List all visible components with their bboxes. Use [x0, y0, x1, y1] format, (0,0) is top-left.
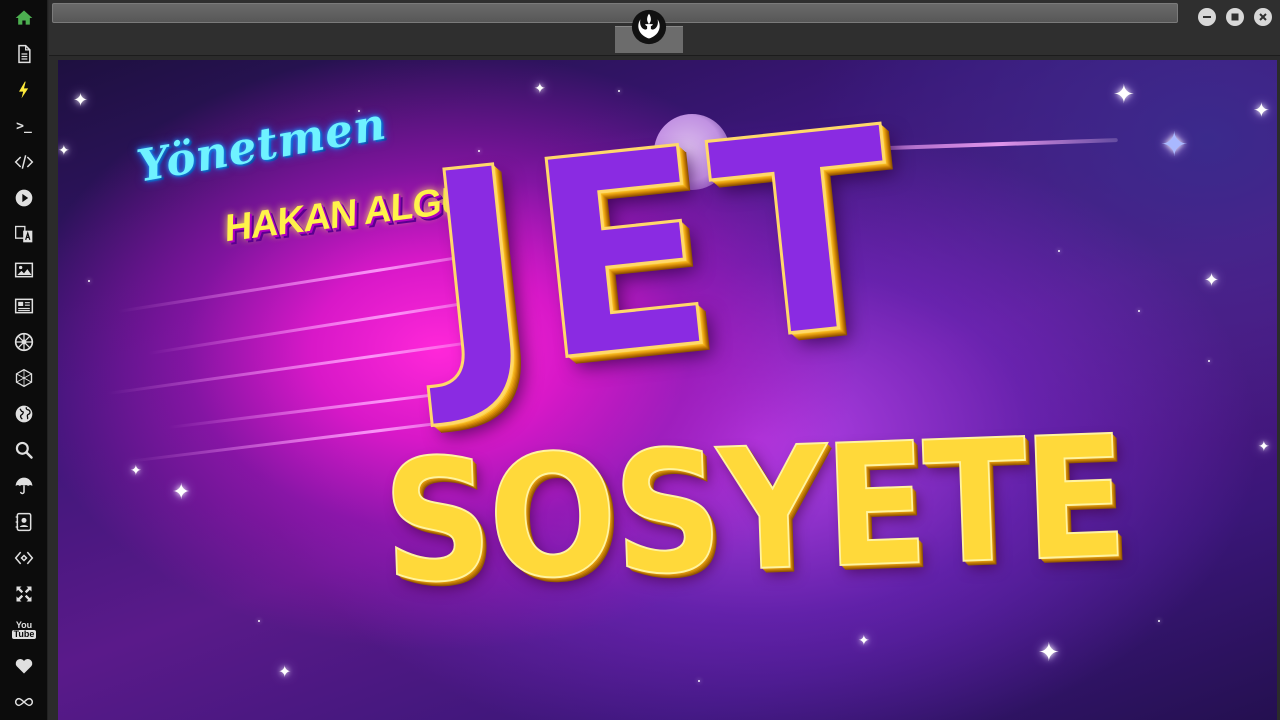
terminal-icon: >_ — [16, 118, 32, 134]
star: ✦ — [534, 81, 546, 97]
search-icon — [15, 441, 33, 459]
sidebar-item-umbrella[interactable] — [0, 468, 48, 504]
app-window: >_ You Tube ✦ ✦ ✦ ✦ ✦ ✦ ✦ ✦ ✦ ✦ ✦ ✦ ✦ Yö… — [0, 0, 1280, 720]
code-icon — [14, 155, 34, 169]
home-icon — [15, 10, 33, 25]
minimize-icon — [1203, 16, 1211, 18]
maximize-icon — [1231, 13, 1239, 21]
sidebar-item-hexagon[interactable] — [0, 360, 48, 396]
star: ✦ — [130, 463, 142, 479]
document-icon — [18, 44, 31, 64]
video-poster[interactable]: ✦ ✦ ✦ ✦ ✦ ✦ ✦ ✦ ✦ ✦ ✦ ✦ ✦ Yönetmen HAKAN… — [58, 60, 1277, 720]
expand-icon — [16, 586, 32, 602]
star-dot — [698, 680, 700, 682]
sidebar-item-code[interactable] — [0, 144, 48, 180]
umbrella-icon — [15, 477, 33, 495]
maximize-button[interactable] — [1226, 8, 1244, 26]
director-label: Yönetmen — [133, 98, 391, 193]
star: ✦ — [1258, 439, 1270, 455]
rebel-alliance-icon[interactable] — [630, 8, 668, 46]
youtube-icon: You Tube — [11, 621, 37, 639]
sidebar-item-exchange[interactable] — [0, 540, 48, 576]
minimize-button[interactable] — [1198, 8, 1216, 26]
sidebar-item-infinity[interactable] — [0, 684, 48, 720]
speed-streak — [107, 339, 485, 395]
title-line-1: JET — [413, 68, 916, 436]
sidebar-item-terminal[interactable]: >_ — [0, 108, 48, 144]
infinity-icon — [15, 697, 33, 707]
sidebar-item-home[interactable] — [0, 0, 48, 36]
sidebar-item-globe[interactable] — [0, 396, 48, 432]
star: ✦ — [1160, 125, 1189, 165]
star-dot — [258, 620, 260, 622]
image-icon — [14, 262, 34, 278]
exchange-icon — [14, 551, 34, 565]
sidebar-item-play[interactable] — [0, 180, 48, 216]
sidebar-item-image[interactable] — [0, 252, 48, 288]
star-dot — [1138, 310, 1140, 312]
youtube-icon-bottom: Tube — [11, 629, 37, 639]
close-button[interactable] — [1254, 8, 1272, 26]
star: ✦ — [858, 633, 870, 649]
star: ✦ — [1038, 638, 1060, 668]
sidebar-item-search[interactable] — [0, 432, 48, 468]
empire-icon — [14, 332, 34, 352]
sidebar-item-contacts[interactable] — [0, 504, 48, 540]
star-dot — [1208, 360, 1210, 362]
contacts-icon — [15, 512, 32, 532]
star: ✦ — [73, 90, 89, 111]
play-icon — [15, 189, 33, 207]
sidebar-item-lightning[interactable] — [0, 72, 48, 108]
star-dot — [88, 280, 90, 282]
sidebar-item-translate[interactable] — [0, 216, 48, 252]
sidebar: >_ You Tube — [0, 0, 48, 720]
star: ✦ — [172, 480, 191, 505]
star-dot — [1158, 620, 1160, 622]
sidebar-item-fullscreen[interactable] — [0, 576, 48, 612]
content-frame: ✦ ✦ ✦ ✦ ✦ ✦ ✦ ✦ ✦ ✦ ✦ ✦ ✦ Yönetmen HAKAN… — [49, 56, 1280, 720]
sidebar-item-document[interactable] — [0, 36, 48, 72]
star-dot — [1058, 250, 1060, 252]
sidebar-item-youtube[interactable]: You Tube — [0, 612, 48, 648]
top-bar — [49, 0, 1280, 56]
translate-icon — [15, 225, 33, 243]
address-bar[interactable] — [52, 3, 1178, 23]
heart-icon — [15, 658, 33, 674]
sidebar-item-favorites[interactable] — [0, 648, 48, 684]
news-icon — [14, 298, 34, 314]
lightning-icon — [19, 81, 29, 99]
close-icon — [1259, 13, 1267, 21]
title-line-2: SOSYETE — [379, 398, 1128, 622]
star: ✦ — [1204, 270, 1220, 291]
sidebar-item-empire[interactable] — [0, 324, 48, 360]
hexagon-icon — [15, 368, 33, 388]
star: ✦ — [1253, 98, 1270, 122]
sidebar-item-news[interactable] — [0, 288, 48, 324]
star: ✦ — [1113, 80, 1135, 110]
star-dot — [618, 90, 620, 92]
star: ✦ — [58, 143, 70, 159]
star: ✦ — [278, 662, 292, 681]
globe-icon — [15, 405, 33, 423]
